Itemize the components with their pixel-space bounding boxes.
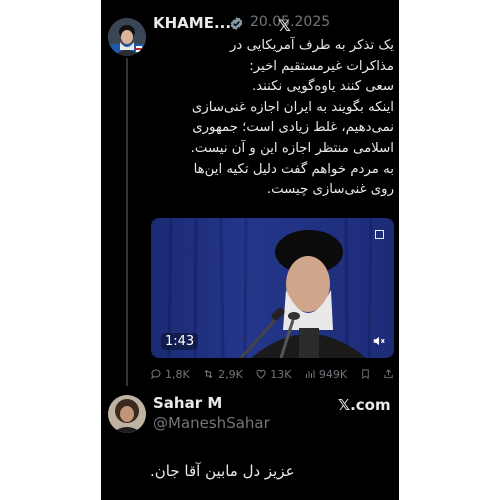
mute-speaker-icon[interactable]	[372, 334, 386, 348]
reply-text: عزیز دل مابین آقا جان.	[150, 462, 295, 480]
author-avatar[interactable]	[108, 18, 146, 56]
video-duration: 1:43	[161, 333, 199, 350]
views-chart-icon	[305, 370, 315, 378]
media-badge-icon	[375, 230, 384, 239]
share-icon	[384, 369, 393, 379]
tweet-line: روی غنی‌سازی چیست.	[266, 182, 394, 198]
tweet-line: یک تذکر به طرف آمریکایی در	[230, 38, 394, 53]
tweet-line: سعی کنند یاوه‌گویی نکنند.	[251, 79, 394, 95]
tweet-line: اسلامی منتظر اجازه این و آن نیست.	[190, 140, 394, 156]
source-label[interactable]: 𝕏.com	[338, 396, 391, 414]
views-count: 949K	[318, 367, 348, 381]
heart-icon	[256, 369, 266, 379]
repost-count: 2,9K	[218, 367, 243, 381]
reply-author-name[interactable]: Sahar M	[153, 394, 222, 412]
tweet-text: یک تذکر به طرف آمریکایی در مذاکرات غیرمس…	[146, 36, 394, 201]
tweet-line: اینکه بگویند به ایران اجازه غنی‌سازی	[191, 99, 394, 115]
tweet-actions: 1,8K 2,9K 13K 949K	[150, 366, 394, 382]
author-name[interactable]: KHAME...	[153, 14, 231, 32]
like-action[interactable]: 13K	[255, 367, 292, 381]
repost-action[interactable]: 2,9K	[202, 368, 243, 381]
reply-avatar[interactable]	[108, 395, 146, 433]
reply-handle[interactable]: @ManeshSahar	[153, 414, 270, 432]
share-action[interactable]	[383, 368, 394, 380]
reply-action[interactable]: 1,8K	[150, 368, 190, 381]
like-count: 13K	[270, 367, 292, 381]
reply-count: 1,8K	[165, 367, 190, 381]
verified-badge-icon	[230, 16, 243, 31]
tweet-line: به مردم خواهم گفت دلیل تکیه این‌ها	[193, 161, 394, 177]
tweet-line: نمی‌دهیم، غلط زیادی است؛ جمهوری	[192, 120, 394, 136]
x-logo-icon[interactable]: 𝕏	[278, 16, 291, 35]
views-action[interactable]: 949K	[304, 368, 347, 381]
bookmark-action[interactable]	[360, 368, 371, 380]
thread-line	[126, 58, 128, 386]
tweet-line: مذاکرات غیرمستقیم اخیر:	[249, 58, 394, 74]
bookmark-icon	[361, 369, 369, 379]
video-player[interactable]: 1:43	[151, 218, 394, 358]
repost-icon	[204, 369, 213, 379]
reply-icon	[151, 369, 161, 380]
